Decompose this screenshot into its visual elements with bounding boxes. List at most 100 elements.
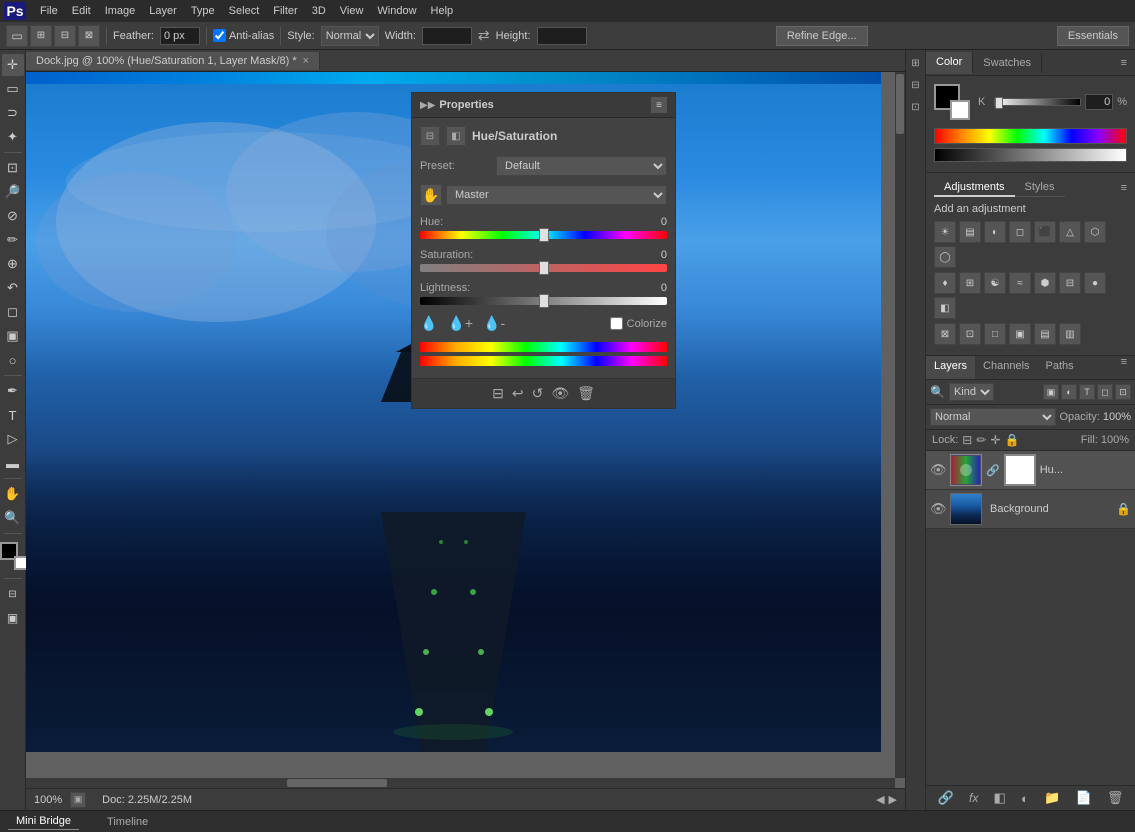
properties-expand-icon[interactable]: ▶▶	[420, 100, 435, 111]
lock-image-icon[interactable]: ✏	[976, 433, 986, 447]
adj-icon-10[interactable]: ⊡	[959, 323, 981, 345]
height-input[interactable]	[537, 27, 587, 45]
visibility-btn[interactable]: 👁	[551, 385, 569, 402]
crop-tool[interactable]: ⊡	[2, 157, 24, 179]
adj-icon-12[interactable]: ▣	[1009, 323, 1031, 345]
gradient-tool[interactable]: ▣	[2, 325, 24, 347]
adj-vibrance-icon[interactable]: ⬛	[1034, 221, 1056, 243]
tool-shape-btn[interactable]: ▭	[6, 25, 28, 47]
history-tool[interactable]: ↶	[2, 277, 24, 299]
adj-bw-icon[interactable]: ◯	[934, 246, 956, 268]
lightness-thumb[interactable]	[539, 294, 549, 308]
feather-input[interactable]	[160, 27, 200, 45]
layers-footer-mask[interactable]: ◧	[994, 790, 1006, 806]
canvas-hscroll-thumb[interactable]	[287, 779, 387, 787]
layers-menu[interactable]: ≡	[1113, 356, 1135, 379]
adj-icon-14[interactable]: ▥	[1059, 323, 1081, 345]
adjustments-tab[interactable]: Adjustments	[934, 179, 1015, 197]
adj-curves-icon[interactable]: ◐	[984, 221, 1006, 243]
menu-3d[interactable]: 3D	[306, 3, 332, 19]
layer-item-background[interactable]: 👁 Background 🔒	[926, 490, 1135, 529]
hand-tool[interactable]: ✋	[2, 483, 24, 505]
canvas-scroll-vertical[interactable]	[895, 72, 905, 778]
color-tab[interactable]: Color	[926, 52, 973, 74]
paths-tab[interactable]: Paths	[1038, 356, 1082, 379]
pen-tool[interactable]: ✒	[2, 380, 24, 402]
adj-icon-13[interactable]: ▤	[1034, 323, 1056, 345]
layer-visibility-btn[interactable]: 👁	[930, 462, 946, 478]
shape-tool[interactable]: ▬	[2, 452, 24, 474]
canvas-content[interactable]: ▶▶ Properties ≡ ⊟ ◧ Hue/Saturation	[26, 72, 905, 788]
adj-icon-11[interactable]: □	[984, 323, 1006, 345]
saturation-track[interactable]	[420, 264, 667, 272]
grayscale-bar[interactable]	[934, 148, 1127, 162]
adj-gradient-map-icon[interactable]: ●	[1084, 272, 1106, 294]
lock-position-icon[interactable]: ✛	[990, 433, 1000, 447]
dodge-tool[interactable]: ○	[2, 349, 24, 371]
right-icon-1[interactable]: ⊞	[907, 54, 925, 72]
eyedropper-add-btn[interactable]: 💧+	[447, 315, 473, 332]
channel-select[interactable]: Master	[446, 185, 667, 205]
layers-footer-adj[interactable]: ◐	[1021, 791, 1029, 806]
spot-heal-tool[interactable]: ⊘	[2, 205, 24, 227]
colorize-check[interactable]: Colorize	[610, 317, 667, 330]
adj-invert-icon[interactable]: ≈	[1009, 272, 1031, 294]
screen-mode-btn[interactable]: ▣	[2, 607, 24, 629]
adj-selective-color-icon[interactable]: ◧	[934, 297, 956, 319]
menu-edit[interactable]: Edit	[66, 3, 97, 19]
layer-item-hue-sat[interactable]: 👁 🔗 Hu...	[926, 451, 1135, 490]
right-icon-3[interactable]: ⊡	[907, 98, 925, 116]
style-select[interactable]: Normal	[321, 26, 379, 46]
menu-layer[interactable]: Layer	[143, 3, 183, 19]
layer-link-icon[interactable]: 🔗	[986, 464, 1000, 477]
eraser-tool[interactable]: ◻	[2, 301, 24, 323]
bg-layer-visibility-btn[interactable]: 👁	[930, 501, 946, 517]
anti-alias-check[interactable]: Anti-alias	[213, 29, 274, 42]
menu-image[interactable]: Image	[99, 3, 142, 19]
filter-pixel-icon[interactable]: ▣	[1043, 384, 1059, 400]
path-tool[interactable]: ▷	[2, 428, 24, 450]
fg-bg-swatches[interactable]	[934, 84, 970, 120]
lightness-track[interactable]	[420, 297, 667, 305]
width-input[interactable]	[422, 27, 472, 45]
magic-wand-tool[interactable]: ✦	[2, 126, 24, 148]
mini-bridge-tab[interactable]: Mini Bridge	[8, 813, 79, 830]
styles-tab[interactable]: Styles	[1015, 179, 1065, 197]
quick-mask-btn[interactable]: ⊟	[2, 583, 24, 605]
delete-btn[interactable]: 🗑	[577, 385, 595, 402]
menu-type[interactable]: Type	[185, 3, 221, 19]
layers-footer-folder[interactable]: 📁	[1044, 790, 1060, 806]
menu-help[interactable]: Help	[425, 3, 460, 19]
tool-shape-btn4[interactable]: ⊠	[78, 25, 100, 47]
adj-threshold-icon[interactable]: ⊟	[1059, 272, 1081, 294]
filter-smart-icon[interactable]: ⊡	[1115, 384, 1131, 400]
layer-kind-select[interactable]: Kind	[949, 383, 994, 401]
nav-left-btn[interactable]: ◀	[876, 793, 884, 806]
menu-window[interactable]: Window	[371, 3, 422, 19]
on-image-adjust-icon[interactable]: ✋	[420, 184, 442, 206]
layers-tab[interactable]: Layers	[926, 356, 975, 379]
menu-select[interactable]: Select	[223, 3, 266, 19]
prev-state-btn[interactable]: ↩	[512, 385, 524, 402]
hue-track[interactable]	[420, 231, 667, 239]
refine-edge-button[interactable]: Refine Edge...	[776, 26, 868, 46]
essentials-button[interactable]: Essentials	[1057, 26, 1129, 46]
adjustments-menu[interactable]: ≡	[1121, 182, 1127, 194]
eyedropper-sub-btn[interactable]: 💧-	[483, 315, 505, 332]
adj-channelmixer-icon[interactable]: ⊞	[959, 272, 981, 294]
zoom-tool[interactable]: 🔍	[2, 507, 24, 529]
channels-tab[interactable]: Channels	[975, 356, 1037, 379]
canvas-scroll-horizontal[interactable]	[26, 778, 895, 788]
canvas-vscroll-thumb[interactable]	[896, 74, 904, 134]
adj-photofilter-icon[interactable]: ♦	[934, 272, 956, 294]
adj-colorbalance-icon[interactable]: ⬡	[1084, 221, 1106, 243]
adj-exposure-icon[interactable]: ◻	[1009, 221, 1031, 243]
nav-right-btn[interactable]: ▶	[889, 793, 897, 806]
adj-posterize-icon[interactable]: ⬢	[1034, 272, 1056, 294]
menu-file[interactable]: File	[34, 3, 64, 19]
adj-levels-icon[interactable]: ▤	[959, 221, 981, 243]
spectrum-bar[interactable]	[934, 128, 1127, 144]
reset-btn[interactable]: ↺	[532, 385, 544, 402]
properties-close-btn[interactable]: ≡	[651, 97, 667, 113]
text-tool[interactable]: T	[2, 404, 24, 426]
